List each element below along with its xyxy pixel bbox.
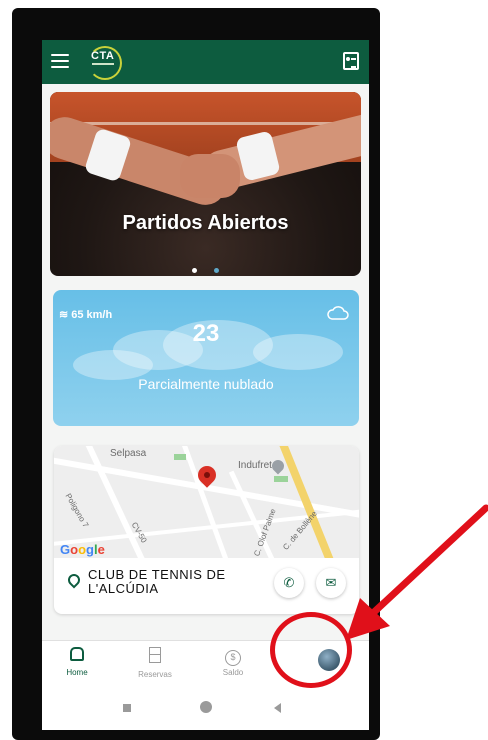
map-view[interactable]: Selpasa Indufret Poligono 7 CV-50 C. Olo… <box>54 446 359 558</box>
call-button[interactable]: ✆ <box>274 568 304 598</box>
open-matches-banner[interactable]: Partidos Abiertos <box>50 92 361 276</box>
phone-icon: ✆ <box>283 575 295 590</box>
mail-icon: ✉ <box>325 575 337 590</box>
cta-logo: CTA <box>88 46 122 80</box>
nav-saldo[interactable]: $ Saldo <box>198 647 268 677</box>
nav-reservas[interactable]: Reservas <box>120 647 190 679</box>
annotation-highlight-circle <box>270 612 352 688</box>
carousel-dot[interactable] <box>192 268 198 273</box>
weather-card: ≋ 65 km/h 23 Parcialmente nublado <box>53 290 359 426</box>
back-icon[interactable] <box>274 703 281 713</box>
carousel-dots <box>50 260 361 276</box>
carousel-dot-active[interactable] <box>213 268 219 273</box>
club-name: CLUB DE TENNIS DE L'ALCÚDIA <box>88 567 226 596</box>
email-button[interactable]: ✉ <box>316 568 346 598</box>
weather-condition: Parcialmente nublado <box>138 376 274 392</box>
google-logo: Google <box>60 542 105 557</box>
map-label-selpasa: Selpasa <box>110 448 147 459</box>
place-pin-icon <box>269 457 287 475</box>
home-icon <box>70 647 84 661</box>
system-navigation-bar <box>42 688 369 730</box>
balance-icon: $ <box>225 650 241 666</box>
location-icon <box>65 571 83 589</box>
nav-home[interactable]: Home <box>42 647 112 677</box>
temperature: 23 <box>192 320 220 347</box>
recents-icon[interactable] <box>123 704 131 712</box>
banner-title: Partidos Abiertos <box>122 212 289 234</box>
club-location-card: Selpasa Indufret Poligono 7 CV-50 C. Olo… <box>54 446 359 614</box>
top-bar: CTA <box>42 40 369 84</box>
map-label-indufret: Indufret <box>238 460 272 471</box>
club-info-row: CLUB DE TENNIS DE L'ALCÚDIA ✆ ✉ <box>54 562 359 614</box>
map-label-poligono: Poligono 7 <box>63 491 91 530</box>
hamburger-menu-icon[interactable] <box>51 54 69 68</box>
reservations-icon <box>149 647 161 663</box>
home-system-icon[interactable] <box>200 701 212 713</box>
contact-card-icon[interactable] <box>343 52 359 70</box>
cloud-icon <box>327 306 349 320</box>
